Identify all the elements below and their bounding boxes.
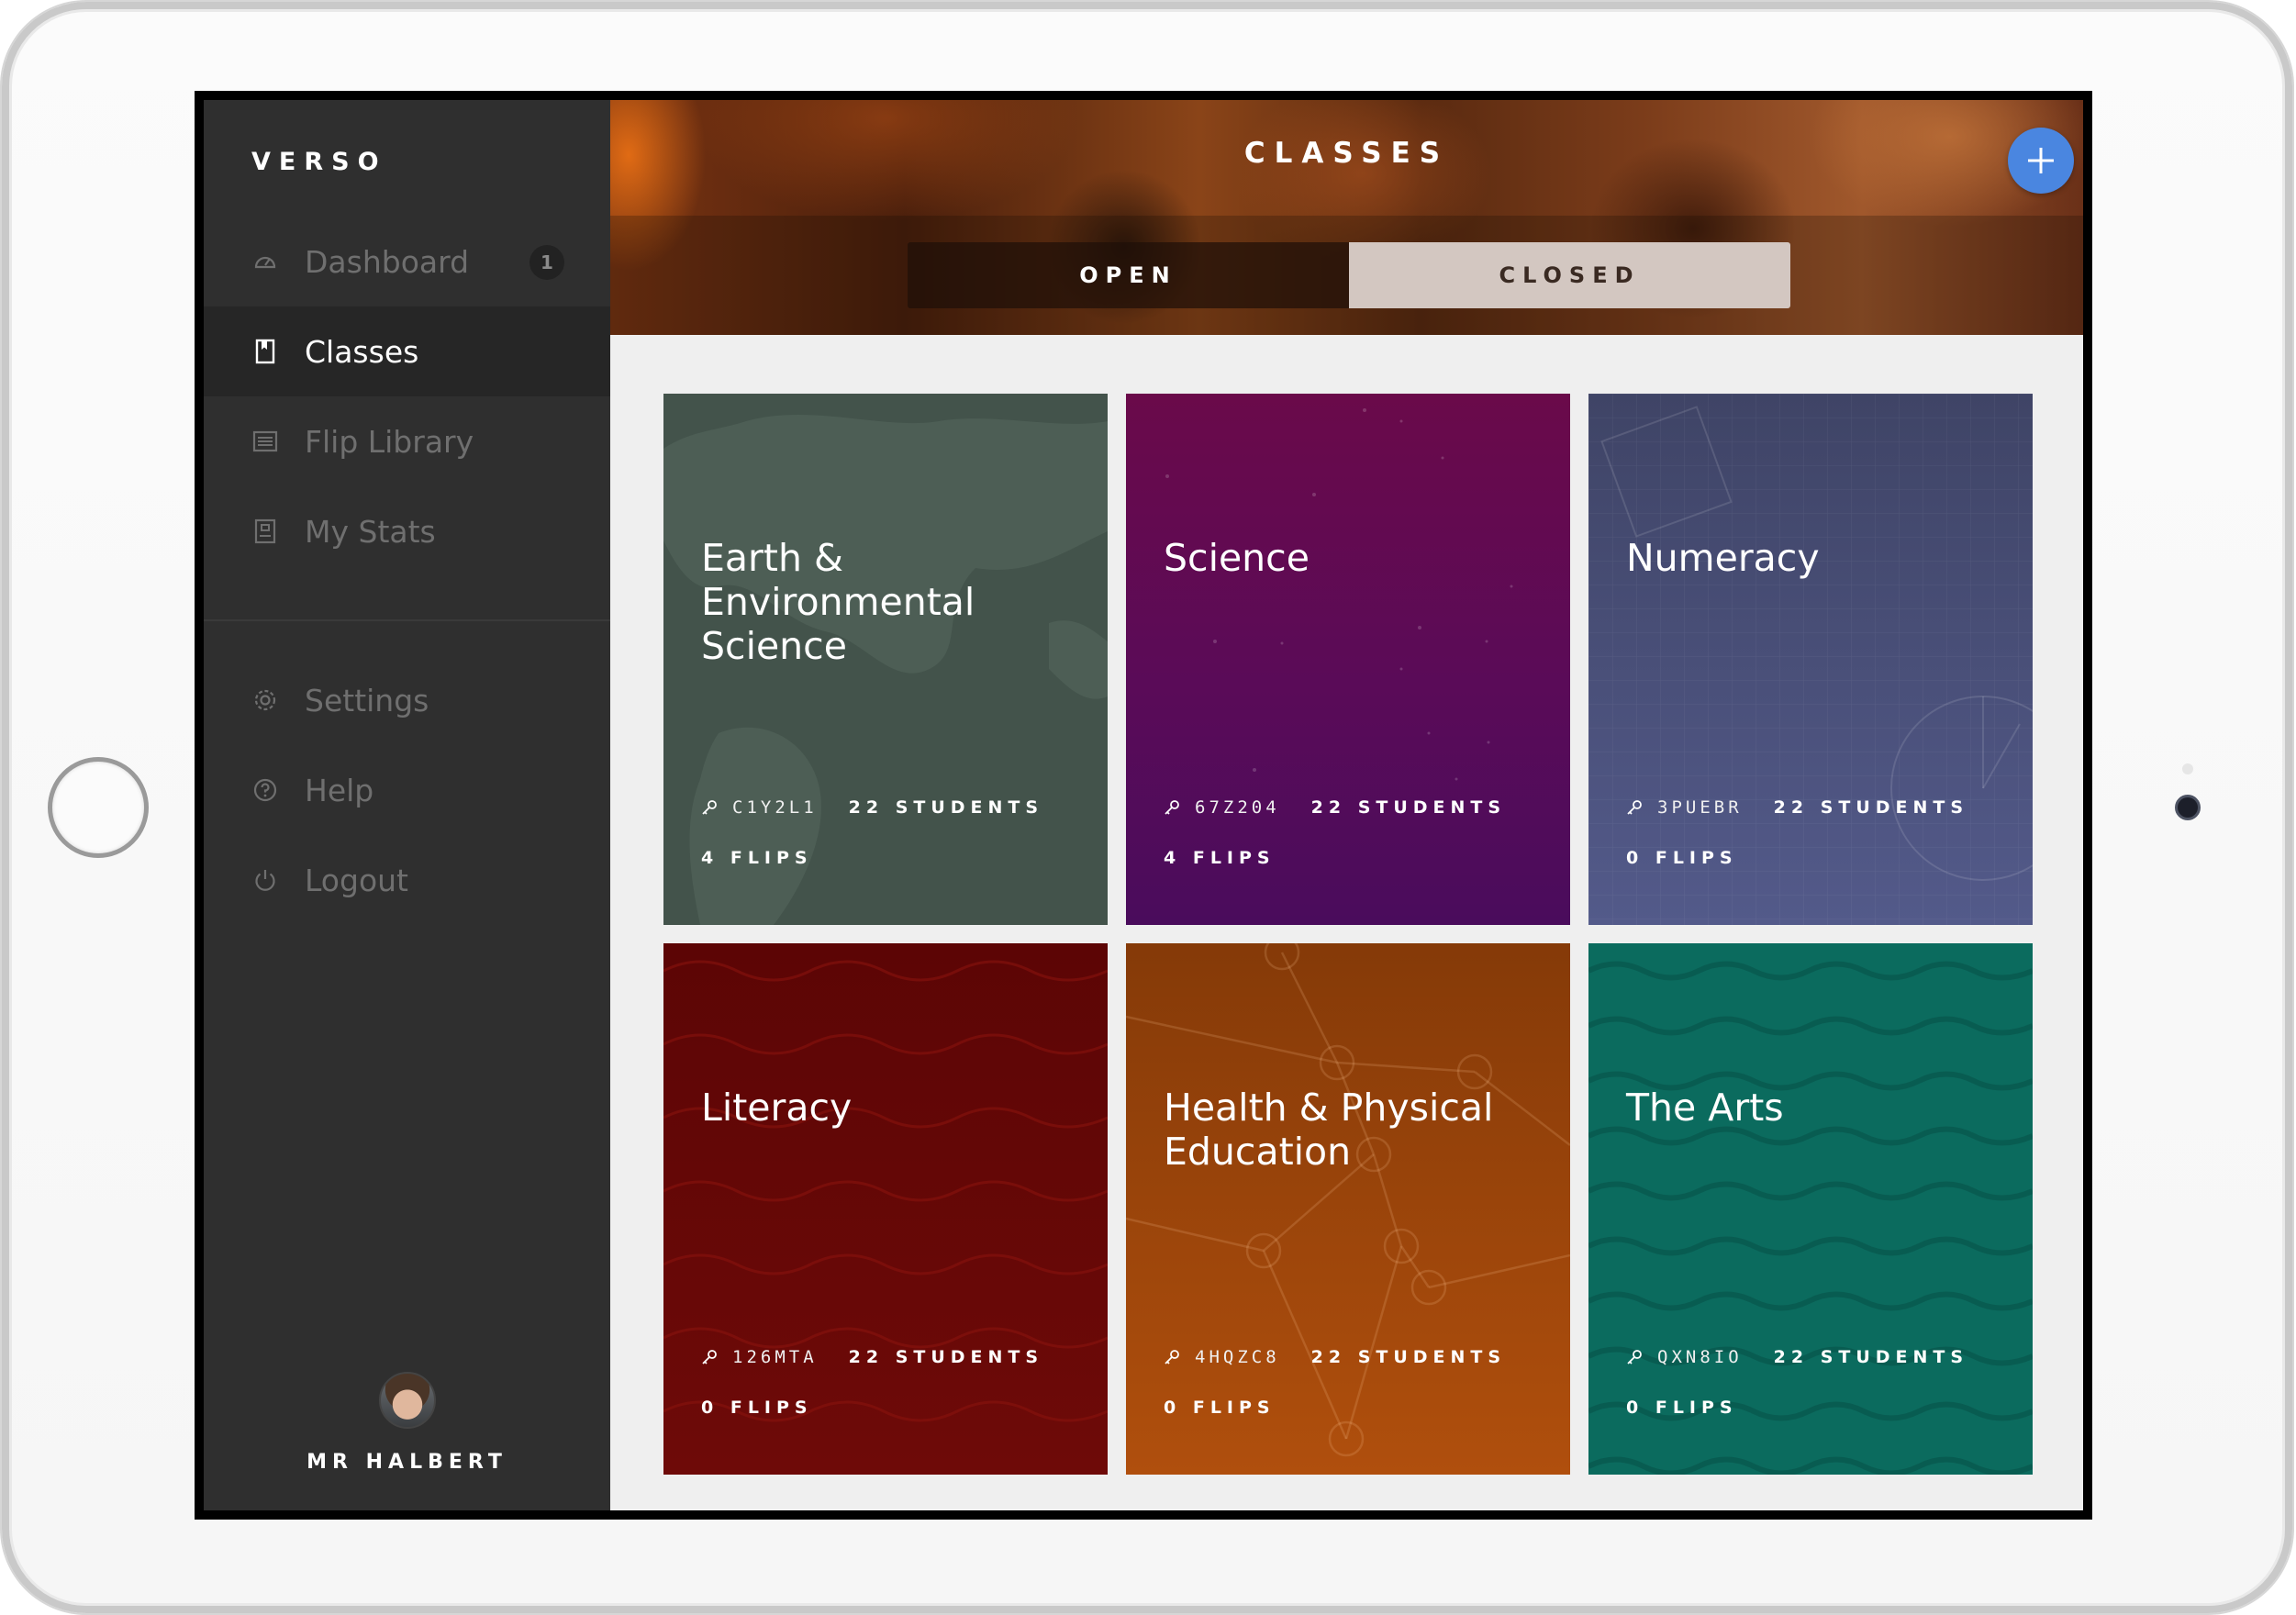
class-card-numeracy[interactable]: Numeracy 3PUEBR 22 STUDENTS 0 FLIPS (1588, 394, 2033, 925)
class-meta: 3PUEBR 22 STUDENTS (1626, 797, 1968, 818)
sidebar-nav: Dashboard 1 Classes Flip Library My Stat… (204, 217, 610, 576)
class-code: 126MTA (732, 1347, 818, 1367)
sidebar-item-my-stats[interactable]: My Stats (204, 486, 610, 576)
sidebar-item-label: Settings (305, 682, 429, 718)
help-icon (251, 776, 279, 804)
key-icon (1626, 1349, 1643, 1365)
flip-count: 0 FLIPS (1626, 848, 1738, 868)
sidebar-item-logout[interactable]: Logout (204, 835, 610, 925)
class-card-literacy[interactable]: Literacy 126MTA 22 STUDENTS 0 FLIPS (663, 943, 1108, 1475)
flip-count: 0 FLIPS (1164, 1398, 1276, 1418)
plus-icon (2024, 135, 2057, 186)
sidebar-secondary-nav: Settings Help Logout (204, 655, 610, 925)
tab-closed[interactable]: CLOSED (1349, 242, 1790, 308)
sidebar-item-settings[interactable]: Settings (204, 655, 610, 745)
avatar[interactable] (378, 1372, 436, 1429)
class-status-toggle: OPEN CLOSED (908, 242, 1790, 308)
class-meta: C1Y2L1 22 STUDENTS (701, 797, 1043, 818)
stats-icon (251, 518, 279, 545)
class-code: 3PUEBR (1657, 797, 1743, 818)
class-title: Literacy (701, 1086, 853, 1130)
sidebar-item-flip-library[interactable]: Flip Library (204, 396, 610, 486)
sidebar-item-dashboard[interactable]: Dashboard 1 (204, 217, 610, 306)
class-card-the-arts[interactable]: The Arts QXN8IO 22 STUDENTS 0 FLIPS (1588, 943, 2033, 1475)
user-profile[interactable]: MR HALBERT (204, 1372, 610, 1474)
flip-count: 4 FLIPS (1164, 848, 1276, 868)
brand-logo: VERSO (251, 148, 387, 176)
main-content: CLASSES OPEN CLOSED Earth & Environmenta… (610, 100, 2083, 1510)
front-camera (2175, 795, 2201, 820)
class-card-earth-environmental-science[interactable]: Earth & Environmental Science C1Y2L1 22 … (663, 394, 1108, 925)
sidebar-divider (204, 619, 610, 621)
sidebar-item-label: Classes (305, 333, 419, 370)
sidebar-item-label: My Stats (305, 513, 436, 550)
dashboard-gauge-icon (251, 248, 279, 275)
class-code: C1Y2L1 (732, 797, 818, 818)
screen: VERSO Dashboard 1 Classes Flip Library M… (195, 91, 2092, 1520)
list-icon (251, 428, 279, 455)
class-meta: 4HQZC8 22 STUDENTS (1164, 1347, 1506, 1367)
key-icon (1164, 1349, 1180, 1365)
key-icon (701, 799, 718, 816)
book-icon (251, 338, 279, 365)
student-count: 22 STUDENTS (848, 797, 1044, 818)
class-grid: Earth & Environmental Science C1Y2L1 22 … (663, 394, 2033, 1475)
home-button[interactable] (48, 757, 149, 858)
sidebar-item-classes[interactable]: Classes (204, 306, 610, 396)
class-card-science[interactable]: Science 67Z204 22 STUDENTS 4 FLIPS (1126, 394, 1570, 925)
flip-count: 0 FLIPS (1626, 1398, 1738, 1418)
star-pattern (1165, 408, 1513, 781)
student-count: 22 STUDENTS (1310, 797, 1507, 818)
class-title: Health & Physical Education (1164, 1086, 1494, 1174)
sidebar: VERSO Dashboard 1 Classes Flip Library M… (204, 100, 610, 1510)
class-code: 4HQZC8 (1195, 1347, 1280, 1367)
page-header: CLASSES OPEN CLOSED (610, 100, 2083, 335)
sidebar-item-label: Help (305, 772, 374, 808)
sidebar-item-label: Flip Library (305, 423, 474, 460)
class-card-health-physical-education[interactable]: Health & Physical Education 4HQZC8 22 ST… (1126, 943, 1570, 1475)
grid-geometry-pattern (1588, 394, 2033, 925)
sidebar-item-help[interactable]: Help (204, 745, 610, 835)
class-code: 67Z204 (1195, 797, 1280, 818)
student-count: 22 STUDENTS (1773, 1347, 1969, 1367)
wave-pattern (1588, 961, 2033, 1475)
add-class-button[interactable] (2008, 128, 2074, 194)
class-meta: 67Z204 22 STUDENTS (1164, 797, 1506, 818)
tab-open[interactable]: OPEN (908, 242, 1349, 308)
class-meta: 126MTA 22 STUDENTS (701, 1347, 1043, 1367)
network-pattern (1126, 943, 1570, 1457)
flip-count: 0 FLIPS (701, 1398, 813, 1418)
class-code: QXN8IO (1657, 1347, 1743, 1367)
class-title: Numeracy (1626, 536, 1820, 580)
app: VERSO Dashboard 1 Classes Flip Library M… (204, 100, 2083, 1510)
notification-badge: 1 (529, 245, 564, 280)
student-count: 22 STUDENTS (1310, 1347, 1507, 1367)
script-text-pattern (663, 960, 1108, 1422)
student-count: 22 STUDENTS (1773, 797, 1969, 818)
student-count: 22 STUDENTS (848, 1347, 1044, 1367)
gear-icon (251, 686, 279, 714)
sidebar-item-label: Logout (305, 862, 408, 898)
light-sensor (2182, 763, 2193, 774)
class-meta: QXN8IO 22 STUDENTS (1626, 1347, 1968, 1367)
power-icon (251, 866, 279, 894)
sidebar-item-label: Dashboard (305, 243, 470, 280)
class-title: Science (1164, 536, 1310, 580)
flip-count: 4 FLIPS (701, 848, 813, 868)
page-title: CLASSES (1243, 137, 1450, 170)
user-name: MR HALBERT (307, 1451, 507, 1474)
key-icon (1626, 799, 1643, 816)
class-title: The Arts (1626, 1086, 1784, 1130)
class-title: Earth & Environmental Science (701, 536, 975, 668)
key-icon (1164, 799, 1180, 816)
key-icon (701, 1349, 718, 1365)
